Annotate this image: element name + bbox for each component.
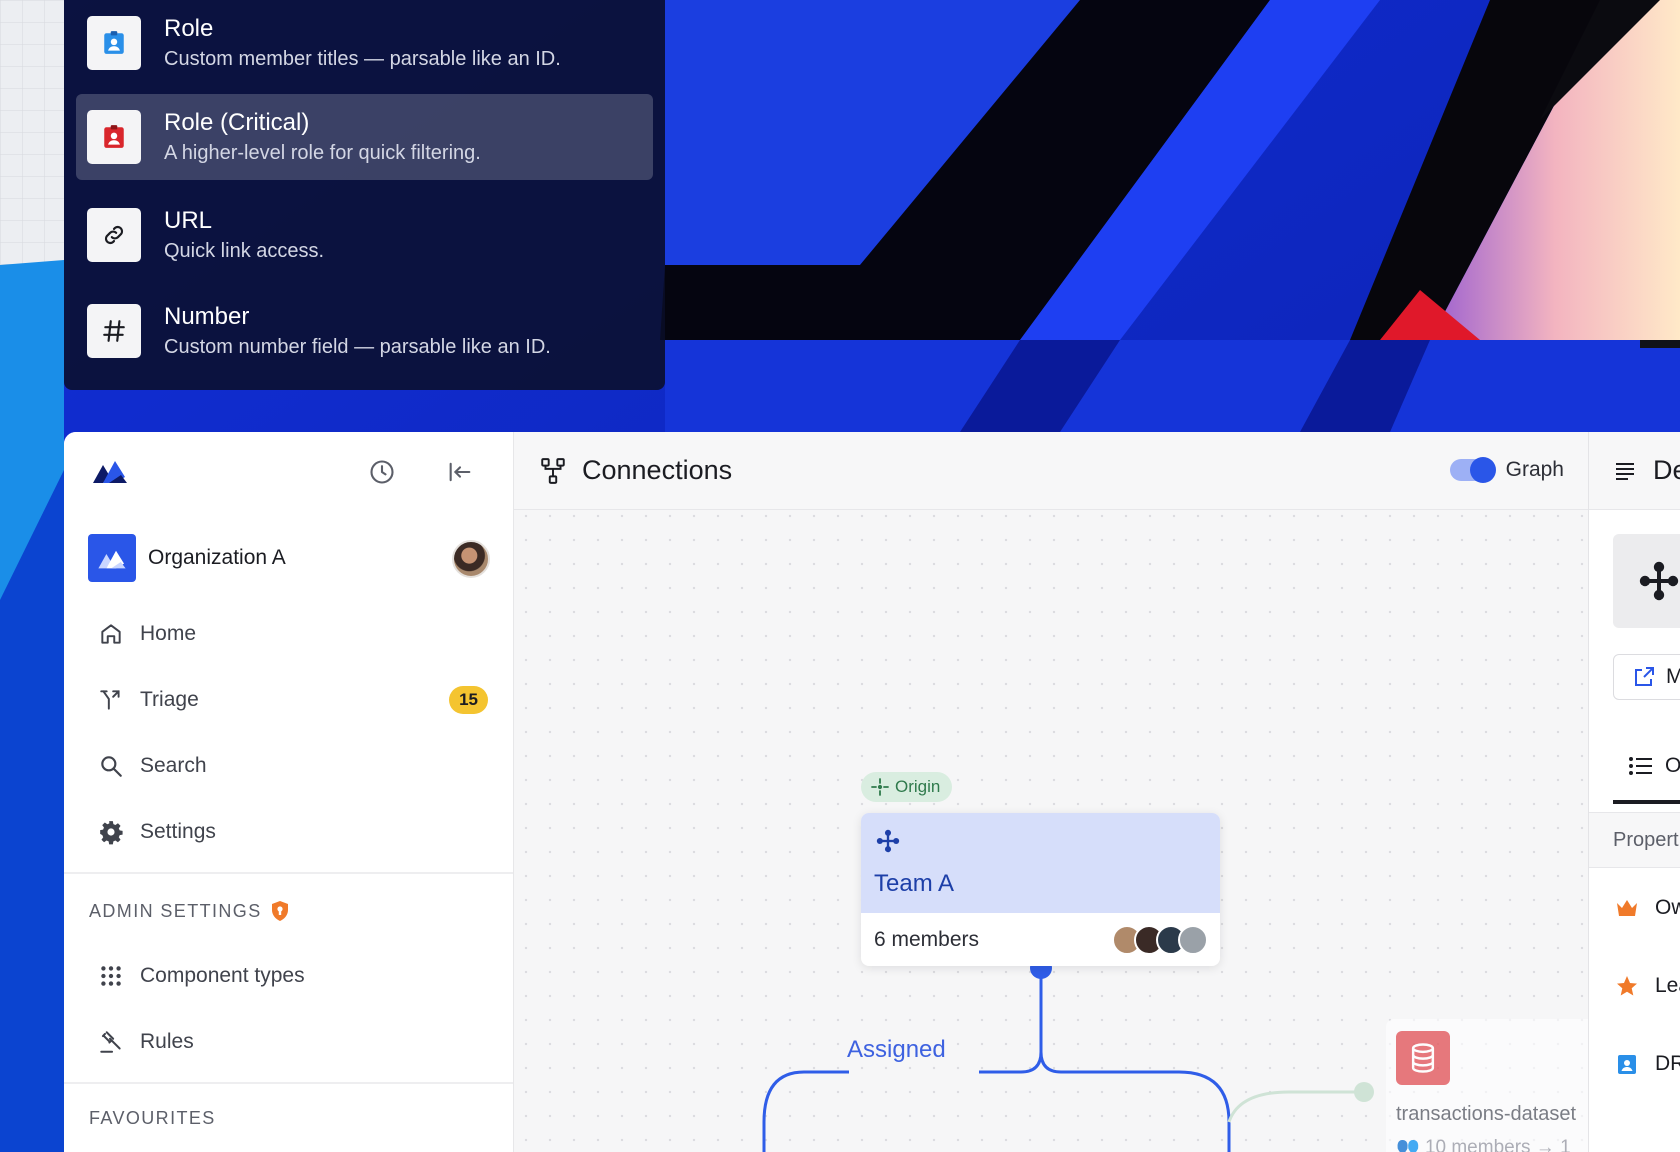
- tab-overview-label: O: [1665, 754, 1680, 777]
- organization-logo-icon: [88, 534, 136, 582]
- crown-icon: [1613, 894, 1641, 922]
- organization-name: Organization A: [148, 546, 286, 569]
- menu-item-subtitle: A higher-level role for quick filtering.: [164, 141, 481, 164]
- user-avatar[interactable]: [452, 540, 490, 578]
- origin-icon: [871, 778, 889, 796]
- admin-shield-icon: [270, 900, 290, 922]
- sidebar-item-component-types[interactable]: Component types: [88, 950, 490, 1002]
- sidebar-item-search[interactable]: Search: [88, 740, 490, 792]
- menu-item-number[interactable]: Number Custom number field — parsable li…: [76, 288, 653, 374]
- field-type-menu: Role Custom member titles — parsable lik…: [64, 0, 665, 390]
- list-icon: [1629, 756, 1653, 776]
- details-panel: De M O Propert Ow Lea DR: [1588, 432, 1680, 1152]
- members-icon: 👥: [1396, 1137, 1425, 1152]
- team-node[interactable]: Team A 6 members: [861, 813, 1220, 966]
- origin-tag: Origin: [861, 772, 953, 802]
- triage-icon: [96, 685, 126, 715]
- sidebar-item-label: Settings: [140, 820, 216, 843]
- sidebar-item-home[interactable]: Home: [88, 608, 490, 660]
- sidebar-item-label: Rules: [140, 1030, 194, 1053]
- property-label: Ow: [1655, 896, 1680, 919]
- property-role[interactable]: DR: [1613, 1050, 1680, 1078]
- admin-settings-label: ADMIN SETTINGS: [89, 900, 262, 921]
- node-title: Team A: [874, 870, 955, 897]
- property-label: Lea: [1655, 974, 1680, 997]
- menu-item-subtitle: Quick link access.: [164, 239, 325, 262]
- open-external-button[interactable]: M: [1613, 654, 1680, 700]
- menu-item-subtitle: Custom number field — parsable like an I…: [164, 335, 551, 358]
- property-label: DR: [1655, 1052, 1680, 1075]
- role-badge-icon: [1613, 1050, 1641, 1078]
- menu-item-url[interactable]: URL Quick link access.: [76, 192, 653, 278]
- connections-canvas[interactable]: Connections Graph Origin Team A 6 member…: [514, 432, 1606, 1152]
- home-icon: [96, 619, 126, 649]
- app-window: Organization A Home Triage 15 Search Set…: [64, 432, 1680, 1152]
- database-icon: [1396, 1031, 1450, 1085]
- dataset-members: 👥 10 members → 1: [1396, 1135, 1571, 1152]
- hash-icon: [87, 304, 141, 358]
- sidebar-item-settings[interactable]: Settings: [88, 806, 490, 858]
- member-avatars: [1112, 925, 1208, 955]
- team-icon: [874, 827, 1207, 855]
- node-members-count: 6 members: [874, 927, 980, 951]
- menu-item-title: Number: [164, 302, 250, 330]
- gear-icon: [96, 817, 126, 847]
- detail-team-icon: [1613, 534, 1680, 628]
- dataset-name: transactions-dataset: [1396, 1103, 1577, 1125]
- origin-label: Origin: [895, 777, 941, 796]
- dataset-node[interactable]: transactions-dataset 👥 10 members → 1: [1386, 1019, 1606, 1152]
- external-link-icon: [1632, 665, 1656, 689]
- menu-item-title: URL: [164, 206, 213, 234]
- sidebar-item-label: Component types: [140, 964, 305, 987]
- link-icon: [87, 208, 141, 262]
- app-logo[interactable]: [86, 450, 134, 490]
- admin-settings-heading: ADMIN SETTINGS: [89, 900, 290, 922]
- menu-item-subtitle: Custom member titles — parsable like an …: [164, 47, 561, 70]
- search-icon: [96, 751, 126, 781]
- avatar: [1178, 925, 1208, 955]
- sidebar-divider: [64, 872, 513, 874]
- menu-item-title: Role (Critical): [164, 108, 310, 136]
- organization-switcher[interactable]: Organization A: [88, 534, 490, 582]
- tab-overview[interactable]: O: [1613, 732, 1680, 804]
- collapse-sidebar-icon[interactable]: [440, 452, 480, 492]
- sidebar-item-rules[interactable]: Rules: [88, 1016, 490, 1068]
- critical-role-badge-icon: [87, 110, 141, 164]
- details-title: De: [1653, 455, 1680, 485]
- history-icon[interactable]: [362, 452, 402, 492]
- favourites-heading: FAVOURITES: [89, 1108, 216, 1128]
- details-list-icon: [1613, 459, 1637, 483]
- menu-item-role[interactable]: Role Custom member titles — parsable lik…: [76, 0, 653, 86]
- star-icon: [1613, 972, 1641, 1000]
- menu-item-title: Role: [164, 14, 214, 42]
- gavel-icon: [96, 1027, 126, 1057]
- role-badge-icon: [87, 16, 141, 70]
- triage-count-badge: 15: [449, 686, 488, 714]
- dataset-members-label: 10 members → 1: [1424, 1137, 1571, 1152]
- sidebar-item-triage[interactable]: Triage 15: [88, 674, 490, 726]
- sidebar-item-label: Home: [140, 622, 197, 645]
- open-external-label: M: [1666, 665, 1680, 689]
- edge-label-assigned: Assigned: [841, 1036, 952, 1064]
- grid-dots-icon: [96, 961, 126, 991]
- properties-heading: Propert: [1589, 812, 1680, 868]
- sidebar-item-label: Triage: [140, 688, 199, 711]
- sidebar: Organization A Home Triage 15 Search Set…: [64, 432, 514, 1152]
- property-lead[interactable]: Lea: [1613, 972, 1680, 1000]
- sidebar-item-label: Search: [140, 754, 207, 777]
- menu-item-role-critical[interactable]: Role (Critical) A higher-level role for …: [76, 94, 653, 180]
- property-owner[interactable]: Ow: [1613, 894, 1680, 922]
- sidebar-divider: [64, 1082, 513, 1084]
